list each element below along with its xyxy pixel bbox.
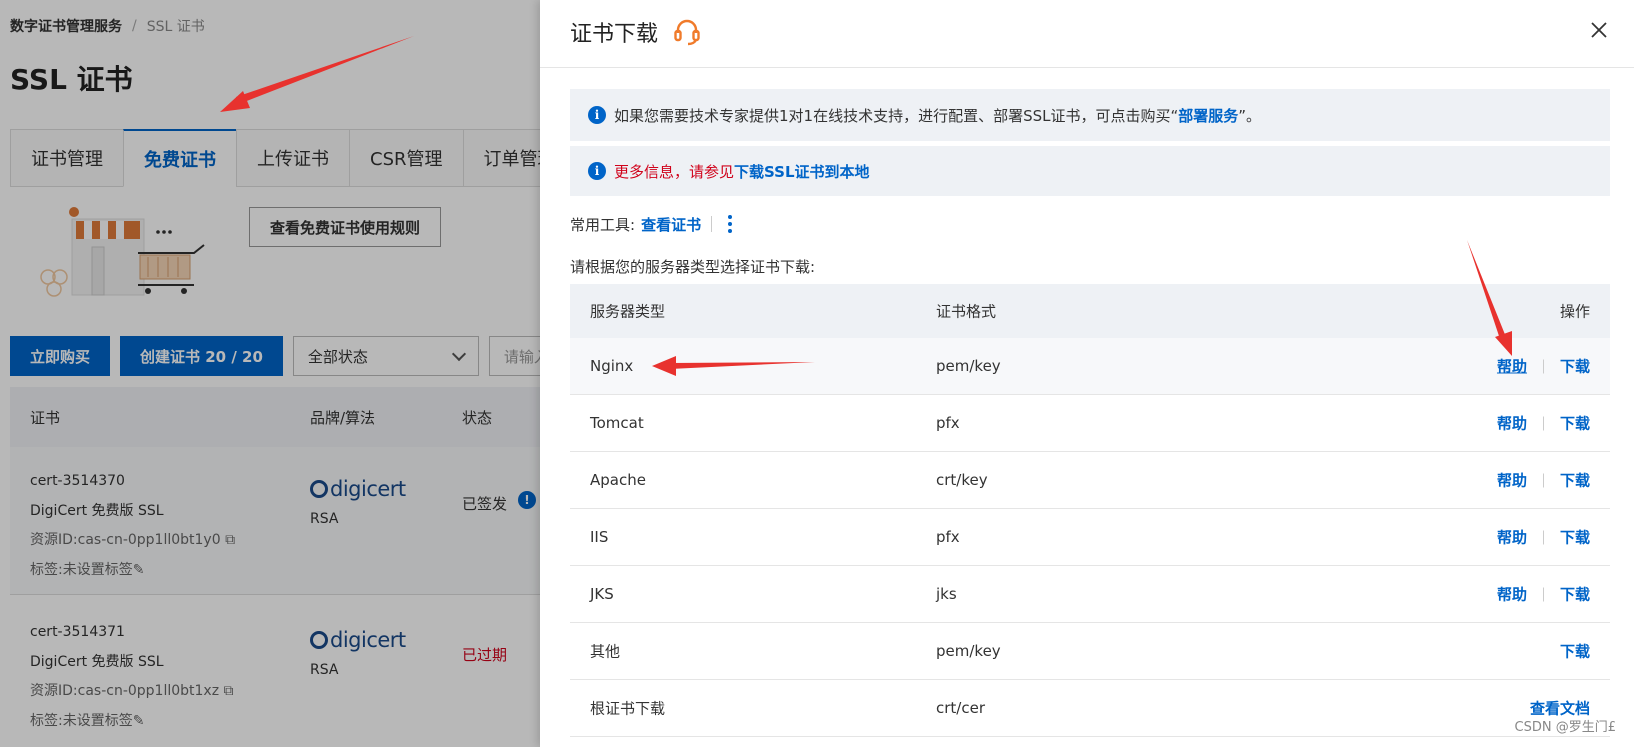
divider <box>711 216 713 232</box>
view-cert-link[interactable]: 查看证书 <box>641 214 701 235</box>
cert-format: pfx <box>936 414 960 432</box>
server-type: 其他 <box>590 642 621 661</box>
row-operations: 帮助 下载 <box>1497 527 1590 548</box>
headset-icon[interactable] <box>672 16 702 46</box>
row-operations: 帮助 下载 <box>1497 470 1590 491</box>
row-operations: 下载 <box>1560 641 1590 662</box>
download-link[interactable]: 下载 <box>1560 641 1590 662</box>
table-row: 其他 pem/key 下载 <box>570 623 1610 680</box>
server-type: Nginx <box>590 357 634 375</box>
notice-suffix: ”。 <box>1238 106 1262 125</box>
more-info-notice: i 更多信息，请参见 下载SSL证书到本地 <box>570 146 1610 196</box>
header-operations: 操作 <box>1559 302 1590 321</box>
table-row: 根证书下载 crt/cer 查看文档 <box>570 680 1610 737</box>
drawer-title: 证书下载 <box>570 22 659 47</box>
download-ssl-doc-link[interactable]: 下载SSL证书到本地 <box>734 161 870 182</box>
divider <box>1542 416 1544 430</box>
download-link[interactable]: 下载 <box>1560 413 1590 434</box>
table-row: Nginx pem/key 帮助 下载 <box>570 338 1610 395</box>
row-operations: 帮助 下载 <box>1497 356 1590 377</box>
help-link[interactable]: 帮助 <box>1497 356 1527 377</box>
server-type: Tomcat <box>590 414 644 432</box>
help-link[interactable]: 帮助 <box>1497 527 1527 548</box>
more-vertical-icon[interactable] <box>722 213 738 235</box>
header-server-type: 服务器类型 <box>590 302 666 321</box>
info-icon: i <box>588 162 606 180</box>
cert-format: crt/cer <box>936 699 985 717</box>
cert-format: crt/key <box>936 471 988 489</box>
close-icon[interactable] <box>1589 20 1609 40</box>
notice-text: 如果您需要技术专家提供1对1在线技术支持，进行配置、部署SSL证书，可点击购买“ <box>614 106 1179 125</box>
divider <box>1542 473 1544 487</box>
server-type: Apache <box>590 471 646 489</box>
help-link[interactable]: 帮助 <box>1497 470 1527 491</box>
table-row: JKS jks 帮助 下载 <box>570 566 1610 623</box>
table-row: Apache crt/key 帮助 下载 <box>570 452 1610 509</box>
divider <box>1542 359 1544 373</box>
table-row: IIS pfx 帮助 下载 <box>570 509 1610 566</box>
more-info-text: 更多信息，请参见 <box>614 162 735 181</box>
cert-format: jks <box>936 585 957 603</box>
download-table: 服务器类型 证书格式 操作 Nginx pem/key 帮助 下载 Tomcat… <box>570 284 1610 737</box>
tools-label: 常用工具: <box>570 215 636 234</box>
drawer-header: 证书下载 <box>540 0 1634 68</box>
table-row: Tomcat pfx 帮助 下载 <box>570 395 1610 452</box>
download-link[interactable]: 下载 <box>1560 470 1590 491</box>
download-link[interactable]: 下载 <box>1560 527 1590 548</box>
server-type: JKS <box>590 585 614 603</box>
header-cert-format: 证书格式 <box>936 302 997 321</box>
divider <box>1542 530 1544 544</box>
info-icon: i <box>588 106 606 124</box>
help-link[interactable]: 帮助 <box>1497 584 1527 605</box>
deploy-service-link[interactable]: 部署服务 <box>1178 105 1238 126</box>
download-link[interactable]: 下载 <box>1560 584 1590 605</box>
cert-download-drawer: 证书下载 i 如果您需要技术专家提供1对1在线技术支持，进行配置、部署SSL证书… <box>540 0 1634 747</box>
row-operations: 帮助 下载 <box>1497 584 1590 605</box>
common-tools: 常用工具: 查看证书 <box>570 212 738 236</box>
server-type: IIS <box>590 528 609 546</box>
watermark: CSDN @罗生门£ <box>1514 720 1616 735</box>
help-link[interactable]: 帮助 <box>1497 413 1527 434</box>
table-header: 服务器类型 证书格式 操作 <box>570 284 1610 338</box>
cert-format: pfx <box>936 528 960 546</box>
divider <box>1542 587 1544 601</box>
server-type: 根证书下载 <box>590 699 666 718</box>
cert-format: pem/key <box>936 642 1001 660</box>
row-operations: 帮助 下载 <box>1497 413 1590 434</box>
download-link[interactable]: 下载 <box>1560 356 1590 377</box>
select-server-hint: 请根据您的服务器类型选择证书下载: <box>570 258 816 276</box>
cert-format: pem/key <box>936 357 1001 375</box>
modal-backdrop[interactable] <box>0 0 540 747</box>
tech-support-notice: i 如果您需要技术专家提供1对1在线技术支持，进行配置、部署SSL证书，可点击购… <box>570 89 1610 141</box>
